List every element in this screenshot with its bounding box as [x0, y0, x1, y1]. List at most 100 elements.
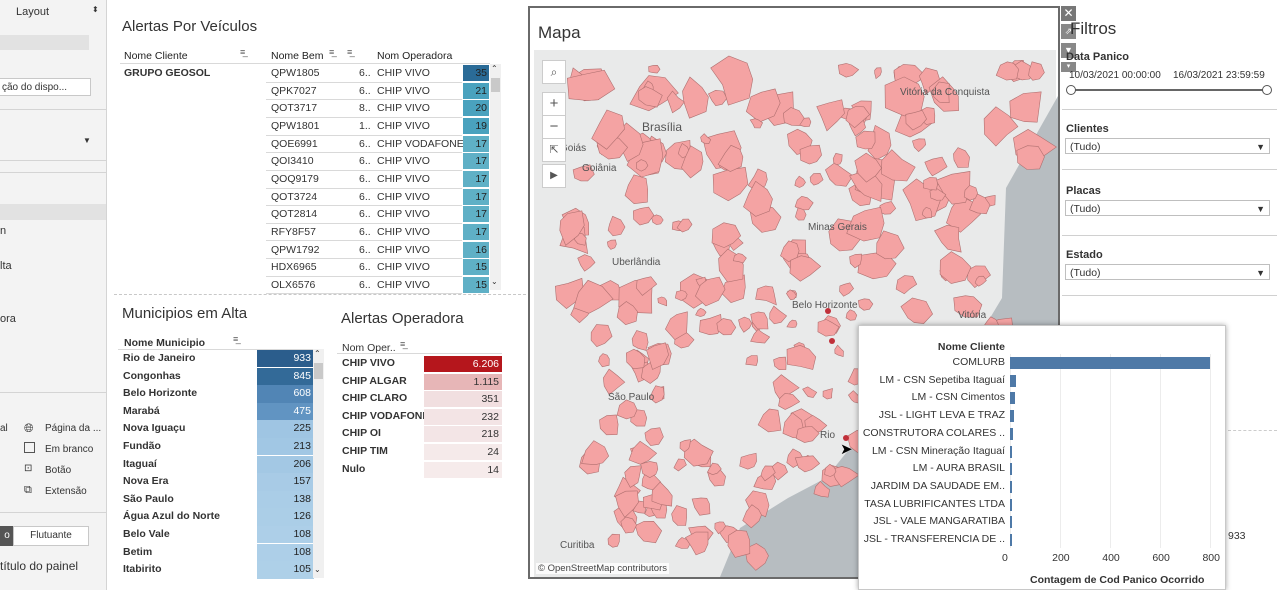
scrollbar[interactable]: ⌃ ⌄ — [313, 349, 324, 578]
item-n[interactable]: n — [0, 225, 6, 237]
device-preview-button[interactable]: ção do dispo... — [0, 78, 91, 96]
operadora-row[interactable]: CHIP VIVO 6.206 — [337, 355, 502, 373]
placas-select[interactable]: (Tudo) ▼ — [1065, 200, 1270, 216]
date-start[interactable]: 10/03/2021 00:00:00 — [1069, 70, 1161, 81]
vehicle-alert-count[interactable]: 17 — [463, 135, 489, 152]
bar[interactable] — [1010, 357, 1211, 369]
municipio-row[interactable]: São Paulo 138 — [120, 490, 316, 509]
item-alta[interactable]: lta — [0, 260, 12, 272]
map-hotspot[interactable] — [829, 338, 835, 344]
municipio-row[interactable]: Nova Era 157 — [120, 473, 316, 491]
item-ora[interactable]: ora — [0, 313, 16, 325]
municipio-row[interactable]: Água Azul do Norte 126 — [120, 508, 316, 526]
vehicle-alert-count[interactable]: 20 — [463, 100, 489, 117]
clientes-select[interactable]: (Tudo) ▼ — [1065, 138, 1270, 154]
map-region[interactable] — [923, 177, 938, 191]
zoom-out-button[interactable]: − — [542, 115, 566, 139]
bar[interactable] — [1010, 534, 1012, 546]
sort-icon[interactable]: ≡̲ — [233, 334, 238, 344]
operadora-row[interactable]: CHIP CLARO 351 — [337, 390, 502, 408]
bar[interactable] — [1010, 498, 1012, 511]
estado-select[interactable]: (Tudo) ▼ — [1065, 264, 1270, 280]
bar[interactable] — [1010, 427, 1013, 440]
vehicle-alert-count[interactable]: 21 — [463, 82, 489, 99]
vehicle-alert-count[interactable]: 17 — [463, 206, 489, 223]
vehicle-code: 6.. — [359, 243, 371, 256]
slider-handle-start[interactable] — [1066, 85, 1076, 95]
object-blank[interactable]: Em branco — [45, 444, 93, 455]
vehicle-alert-count[interactable]: 19 — [463, 117, 489, 134]
layout-updown-icon[interactable]: ⬍ — [92, 5, 99, 14]
operadora-row[interactable]: CHIP VODAFONE 232 — [337, 408, 502, 426]
operadora-row[interactable]: CHIP OI 218 — [337, 425, 502, 443]
bar[interactable] — [1010, 480, 1012, 493]
selected-item[interactable] — [0, 204, 106, 220]
vehicle-alert-count[interactable]: 17 — [463, 153, 489, 170]
sort-icon[interactable]: ≡̲ — [347, 47, 352, 57]
sort-icon[interactable]: ≡̲ — [400, 339, 405, 349]
sort-icon[interactable]: ≡̲ — [240, 47, 245, 57]
bar[interactable] — [1010, 463, 1012, 476]
bar[interactable] — [1010, 374, 1017, 387]
scroll-down-icon[interactable]: ⌄ — [314, 565, 321, 574]
dropdown-arrow-icon[interactable]: ▼ — [83, 136, 91, 145]
col-operadora[interactable]: Nom Operadora — [377, 50, 452, 62]
vehicle-alert-count[interactable]: 15 — [463, 276, 489, 293]
municipio-row[interactable]: Fundão 213 — [120, 438, 316, 456]
municipio-row[interactable]: Belo Vale 108 — [120, 526, 316, 544]
municipio-count: 108 — [257, 526, 314, 544]
pin-icon[interactable]: ⇱ — [542, 138, 566, 162]
date-range-slider[interactable] — [1071, 89, 1265, 91]
panel-title-checkbox-label[interactable]: título do painel — [0, 559, 78, 573]
vehicle-alert-count[interactable]: 35 — [463, 65, 489, 81]
tooltip-chart: Nome Cliente COMLURB LM - CSN Sepetiba It… — [858, 325, 1226, 590]
col-nome-bem[interactable]: Nome Bem — [271, 50, 324, 62]
municipio-row[interactable]: Itabirito 105 — [120, 561, 316, 579]
play-icon[interactable]: ▶ — [542, 164, 566, 188]
operadora-row[interactable]: CHIP ALGAR 1.115 — [337, 373, 502, 391]
operadora-name: CHIP VODAFONE — [342, 409, 430, 422]
scroll-up-icon[interactable]: ⌃ — [491, 64, 498, 73]
floating-button[interactable]: Flutuante — [13, 526, 89, 546]
vehicle-alert-count[interactable]: 17 — [463, 170, 489, 187]
vehicle-alert-count[interactable]: 16 — [463, 241, 489, 258]
estado-filter-label: Estado — [1066, 249, 1103, 261]
municipio-row[interactable]: Itaguaí 206 — [120, 455, 316, 473]
zoom-in-button[interactable]: + — [542, 92, 566, 116]
municipio-row[interactable]: Betim 108 — [120, 543, 316, 561]
search-icon[interactable]: ⌕ — [542, 60, 566, 84]
operadora-row[interactable]: Nulo 14 — [337, 461, 502, 479]
object-extension[interactable]: Extensão — [45, 486, 87, 497]
size-bar[interactable] — [0, 35, 89, 50]
map-region[interactable] — [648, 64, 661, 74]
object-button[interactable]: Botão — [45, 465, 71, 476]
col-nome-municipio[interactable]: Nome Municipio — [124, 337, 205, 349]
municipio-row[interactable]: Nova Iguaçu 225 — [120, 420, 316, 438]
left-pane: Layout ⬍ ção do dispo... ▼ n lta ora al … — [0, 0, 107, 590]
date-end[interactable]: 16/03/2021 23:59:59 — [1173, 70, 1265, 81]
layout-tab[interactable]: Layout — [16, 6, 49, 18]
vehicle-alert-count[interactable]: 17 — [463, 188, 489, 205]
scroll-up-icon[interactable]: ⌃ — [314, 349, 321, 358]
bar[interactable] — [1010, 516, 1012, 529]
vehicle-alert-count[interactable]: 17 — [463, 223, 489, 240]
operadora-row[interactable]: CHIP TIM 24 — [337, 443, 502, 461]
vehicle-alert-count[interactable]: 15 — [463, 259, 489, 276]
municipio-row[interactable]: Rio de Janeiro 933 — [120, 350, 316, 368]
slider-handle-end[interactable] — [1262, 85, 1272, 95]
bar[interactable] — [1010, 445, 1012, 458]
scrollbar[interactable]: ⌃ ⌄ — [490, 64, 501, 290]
municipio-row[interactable]: Marabá 475 — [120, 402, 316, 421]
scroll-down-icon[interactable]: ⌄ — [491, 277, 498, 286]
municipio-row[interactable]: Congonhas 845 — [120, 367, 316, 385]
item-al[interactable]: al — [0, 423, 8, 434]
object-webpage[interactable]: Página da ... — [45, 423, 101, 434]
col-nome-cliente[interactable]: Nome Cliente — [124, 50, 188, 62]
municipio-row[interactable]: Belo Horizonte 608 — [120, 385, 316, 403]
bar[interactable] — [1010, 392, 1015, 405]
sort-icon[interactable]: ≡̲ — [329, 47, 334, 57]
bar-category-label: COMLURB — [952, 356, 1005, 368]
operadora-name: CHIP VIVO — [342, 357, 395, 369]
operadora-count: 1.115 — [424, 373, 502, 390]
bar[interactable] — [1010, 410, 1014, 423]
